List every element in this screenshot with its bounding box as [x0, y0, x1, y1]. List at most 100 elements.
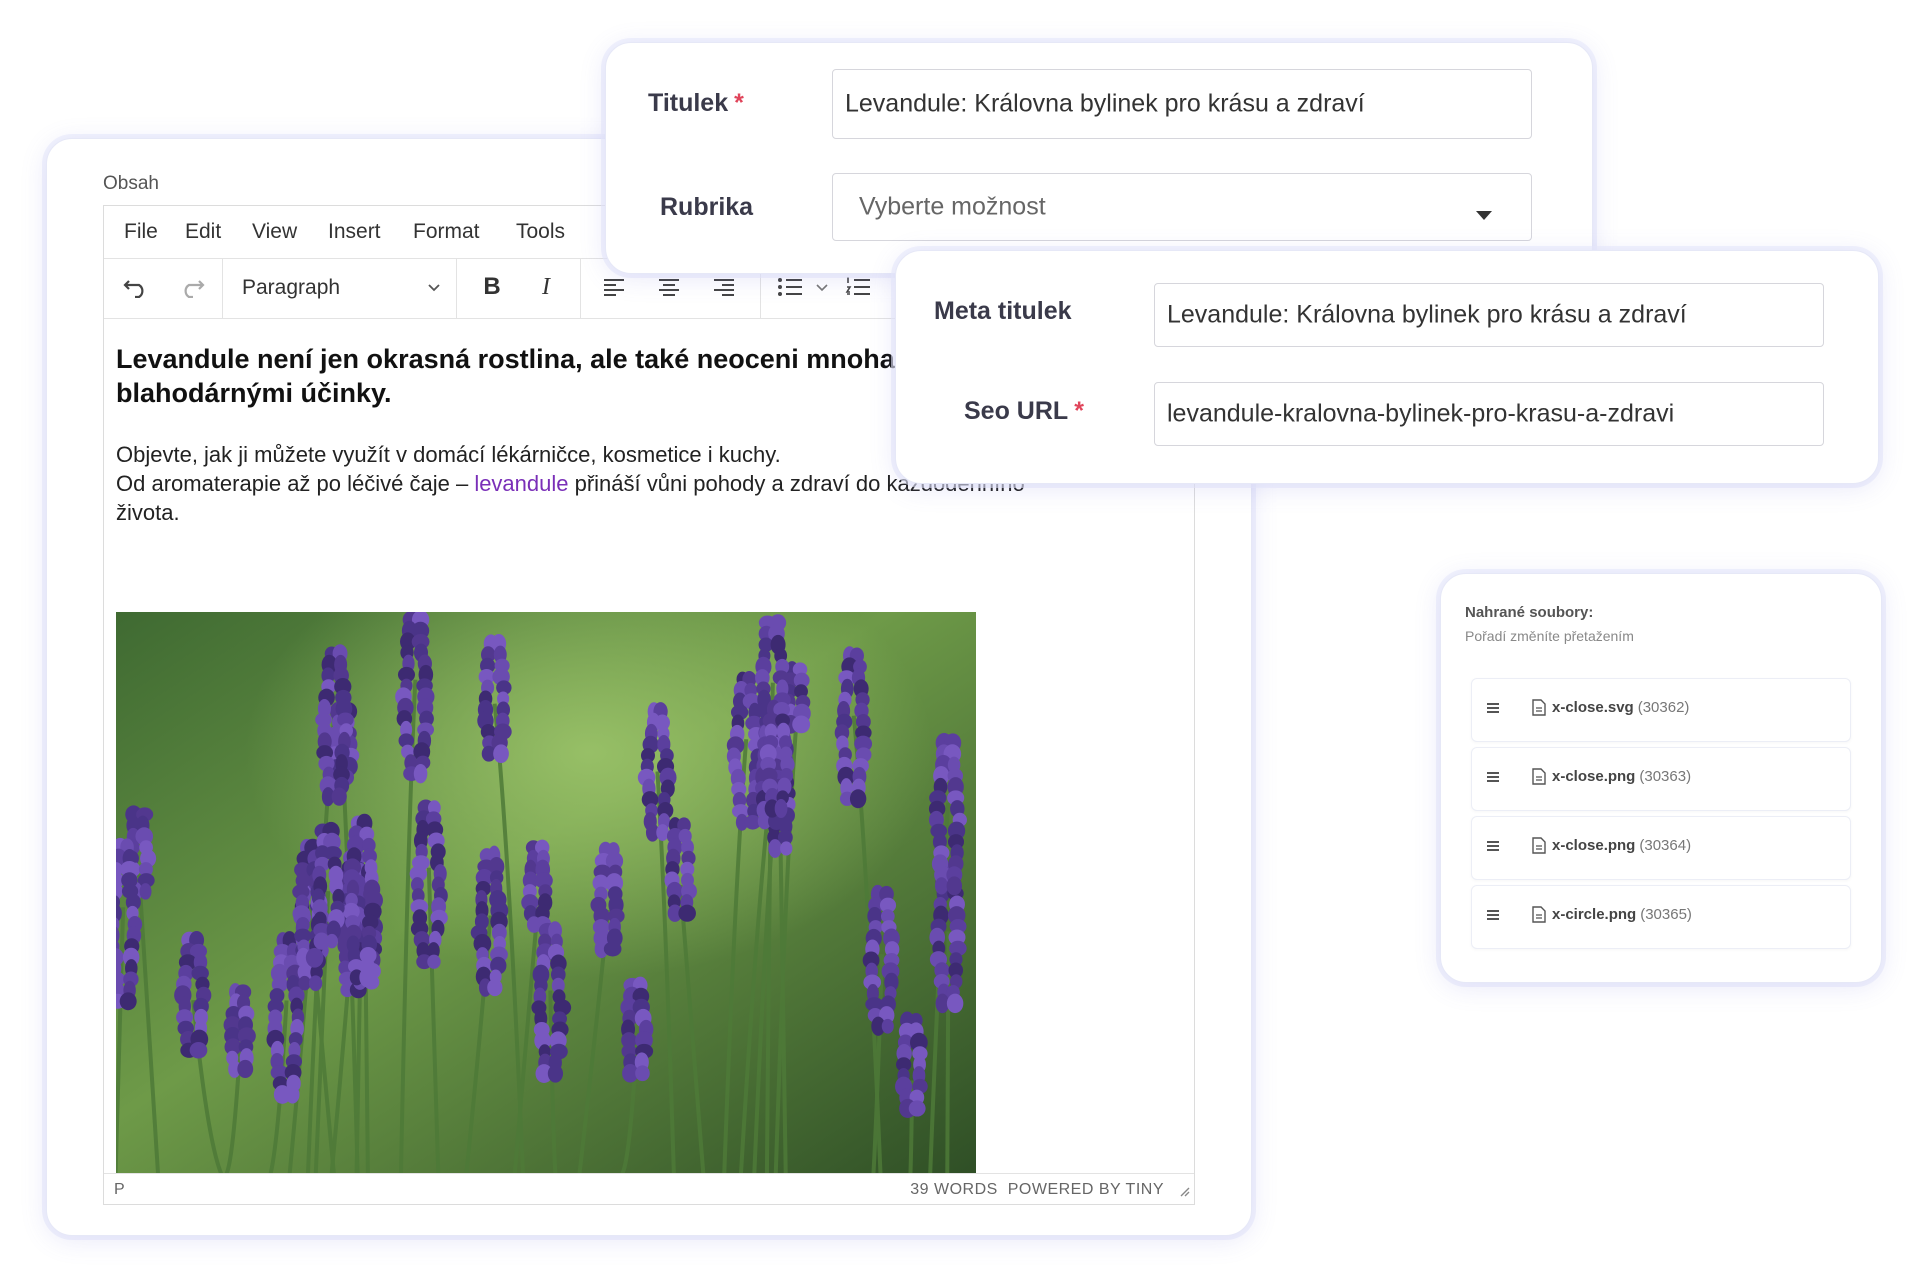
powered-by[interactable]: POWERED BY TINY	[1008, 1181, 1164, 1198]
file-id: (30363)	[1639, 768, 1692, 785]
editor-statusbar: P 39 WORDS POWERED BY TINY	[104, 1173, 1194, 1204]
files-subtitle: Pořadí změníte přetažením	[1465, 628, 1634, 644]
dropdown-arrow-icon	[1475, 200, 1493, 229]
drag-handle-icon[interactable]	[1486, 770, 1500, 788]
redo-icon[interactable]	[174, 270, 210, 304]
file-name-text: x-close.png	[1552, 837, 1636, 854]
lavender-floret	[285, 1085, 300, 1104]
lavender-floret	[792, 715, 811, 734]
menu-format[interactable]: Format	[413, 220, 480, 244]
lavender-floret	[780, 841, 793, 856]
drag-handle-icon[interactable]	[1486, 839, 1500, 857]
lavender-floret	[427, 954, 441, 969]
element-path: P	[114, 1181, 125, 1198]
meta-title-label: Meta titulek	[934, 297, 1072, 325]
file-icon	[1532, 837, 1546, 859]
toolbar-separator	[222, 258, 223, 318]
file-name[interactable]: x-close.png (30363)	[1552, 768, 1691, 785]
bold-icon[interactable]: B	[472, 270, 512, 304]
file-id: (30365)	[1640, 906, 1692, 923]
drag-handle-icon[interactable]	[1486, 908, 1500, 926]
lavender-floret	[119, 992, 137, 1011]
numbered-list-icon[interactable]	[838, 270, 878, 304]
category-select[interactable]: Vyberte možnost	[832, 173, 1532, 241]
block-format-value: Paragraph	[242, 276, 341, 299]
file-icon	[1532, 906, 1546, 928]
lavender-floret	[678, 904, 696, 922]
file-row[interactable]: x-close.png (30364)	[1471, 816, 1851, 880]
undo-icon[interactable]	[118, 270, 154, 304]
meta-title-input[interactable]: Levandule: Královna bylinek pro krásu a …	[1154, 283, 1824, 347]
meta-title-value: Levandule: Královna bylinek pro krásu a …	[1167, 300, 1687, 329]
file-name-text: x-close.png	[1552, 768, 1636, 785]
lavender-floret	[635, 1065, 650, 1082]
file-row[interactable]: x-close.svg (30362)	[1471, 678, 1851, 742]
chevron-down-icon[interactable]	[812, 270, 832, 304]
lavender-floret	[656, 824, 669, 841]
lavender-floret	[487, 979, 503, 997]
file-row[interactable]: x-close.png (30363)	[1471, 747, 1851, 811]
lavender-floret	[305, 947, 324, 968]
lavender-floret	[881, 1018, 894, 1034]
lavender-floret	[946, 876, 963, 896]
file-id: (30362)	[1637, 699, 1690, 716]
category-label: Rubrika	[660, 193, 754, 221]
lavender-link[interactable]: levandule	[474, 471, 568, 496]
lavender-floret	[325, 933, 338, 949]
file-row[interactable]: x-circle.png (30365)	[1471, 885, 1851, 949]
file-name[interactable]: x-circle.png (30365)	[1552, 906, 1692, 923]
block-format-select[interactable]: Paragraph	[232, 270, 452, 306]
seo-url-input[interactable]: levandule-kralovna-bylinek-pro-krasu-a-z…	[1154, 382, 1824, 446]
toolbar-separator	[580, 258, 581, 318]
required-mark: *	[1074, 397, 1084, 425]
menu-view[interactable]: View	[252, 220, 297, 244]
file-icon	[1532, 768, 1546, 790]
italic-icon[interactable]: I	[526, 270, 566, 304]
lavender-floret	[908, 1100, 926, 1117]
file-name-text: x-circle.png	[1552, 906, 1637, 923]
lavender-floret	[139, 883, 152, 900]
file-name[interactable]: x-close.svg (30362)	[1552, 699, 1689, 716]
file-icon	[1532, 699, 1546, 721]
menu-tools[interactable]: Tools	[516, 220, 565, 244]
lavender-floret	[493, 744, 509, 764]
lavender-floret	[934, 877, 949, 895]
file-name-text: x-close.svg	[1552, 699, 1634, 716]
resize-handle-icon[interactable]	[1178, 1184, 1190, 1202]
title-input[interactable]: Levandule: Královna bylinek pro krásu a …	[832, 69, 1532, 139]
title-input-value: Levandule: Královna bylinek pro krásu a …	[845, 89, 1365, 118]
menu-insert[interactable]: Insert	[328, 220, 381, 244]
lavender-floret	[237, 1059, 254, 1079]
file-name[interactable]: x-close.png (30364)	[1552, 837, 1691, 854]
lavender-floret	[603, 941, 622, 957]
menu-file[interactable]: File	[124, 220, 158, 244]
lavender-floret	[547, 1064, 564, 1083]
paragraph-text: Od aromaterapie až po léčivé čaje –	[116, 471, 475, 496]
seo-url-value: levandule-kralovna-bylinek-pro-krasu-a-z…	[1167, 399, 1675, 428]
content-label: Obsah	[103, 173, 159, 194]
lavender-floret	[849, 789, 867, 809]
lavender-floret	[189, 1041, 208, 1059]
align-left-icon[interactable]	[594, 270, 634, 304]
files-title: Nahrané soubory:	[1465, 604, 1594, 621]
uploaded-files-card: Nahrané soubory: Pořadí změníte přetažen…	[1440, 573, 1882, 983]
seo-url-label-text: Seo URL	[964, 397, 1069, 425]
lavender-floret	[774, 799, 788, 819]
drag-handle-icon[interactable]	[1486, 701, 1500, 719]
required-mark: *	[734, 89, 744, 117]
chevron-down-icon	[426, 277, 442, 301]
menu-edit[interactable]: Edit	[185, 220, 221, 244]
lavender-image[interactable]	[116, 612, 976, 1174]
lavender-floret	[359, 967, 375, 988]
bullet-list-icon[interactable]	[770, 270, 810, 304]
category-placeholder: Vyberte možnost	[859, 192, 1046, 221]
lavender-floret	[331, 787, 347, 806]
title-form-card: Titulek * Levandule: Královna bylinek pro…	[605, 42, 1593, 274]
align-center-icon[interactable]	[649, 270, 689, 304]
status-info: 39 WORDS POWERED BY TINY	[910, 1181, 1164, 1199]
align-right-icon[interactable]	[704, 270, 744, 304]
lavender-floret	[768, 839, 782, 858]
word-count: 39 WORDS	[910, 1181, 998, 1198]
lavender-floret	[946, 993, 964, 1014]
title-label-text: Titulek	[648, 89, 729, 117]
